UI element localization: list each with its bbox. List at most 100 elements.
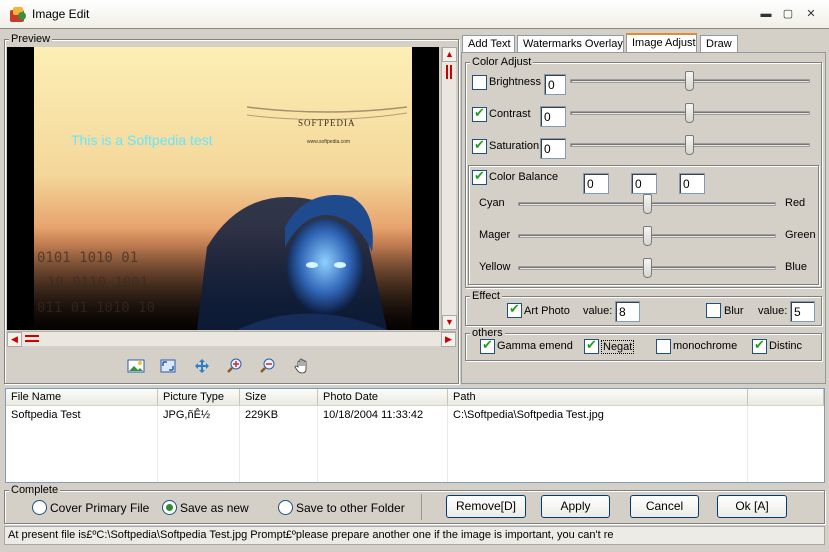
svg-text:10 0110 1001: 10 0110 1001 <box>47 275 148 291</box>
tab-add-text[interactable]: Add Text <box>462 35 515 52</box>
zoom-out-icon[interactable] <box>259 358 277 374</box>
saturation-checkbox[interactable] <box>472 137 487 154</box>
blur-value[interactable]: 5 <box>790 301 815 322</box>
cancel-button[interactable]: Cancel <box>630 495 699 518</box>
column-header-size[interactable]: Size <box>240 389 318 406</box>
saturation-slider-thumb[interactable] <box>685 135 694 155</box>
separator <box>421 494 422 520</box>
column-header-path[interactable]: Path <box>448 389 748 406</box>
saturation-label: Saturation <box>489 140 540 152</box>
color-adjust-label: Color Adjust <box>470 56 534 68</box>
column-header-picture-type[interactable]: Picture Type <box>158 389 240 406</box>
cell-photo-date: 10/18/2004 11:33:42 <box>323 409 424 421</box>
save-as-new-label: Save as new <box>180 501 249 515</box>
tab-draw[interactable]: Draw <box>700 35 738 52</box>
gamma-emend-label: Gamma emend <box>497 340 573 352</box>
brightness-slider-thumb[interactable] <box>685 71 694 91</box>
minimize-button[interactable]: ▬ <box>758 7 774 21</box>
file-list[interactable]: File Name Picture Type Size Photo Date P… <box>5 388 825 483</box>
color-balance-value-3[interactable]: 0 <box>679 173 705 194</box>
yellow-label: Yellow <box>479 261 511 273</box>
column-header-photo-date[interactable]: Photo Date <box>318 389 448 406</box>
color-balance-value-1[interactable]: 0 <box>583 173 609 194</box>
cell-picture-type: JPG,ñÊ½ <box>163 409 211 421</box>
svg-text:011 01 1010 10: 011 01 1010 10 <box>37 300 155 316</box>
magenta-green-slider-thumb[interactable] <box>643 226 652 246</box>
zoom-in-icon[interactable] <box>226 358 244 374</box>
cell-file-name: Softpedia Test <box>11 409 81 421</box>
save-to-other-folder-radio[interactable] <box>278 500 293 515</box>
negative-checkbox[interactable] <box>584 337 599 354</box>
color-balance-label: Color Balance <box>489 171 559 183</box>
apply-button[interactable]: Apply <box>541 495 610 518</box>
cyan-red-slider-thumb[interactable] <box>643 194 652 214</box>
close-button[interactable]: ✕ <box>803 7 819 21</box>
preview-vscrollbar[interactable]: ▲ ▼ <box>441 47 457 330</box>
scroll-down-icon[interactable]: ▼ <box>442 315 457 330</box>
color-balance-checkbox[interactable] <box>472 168 487 185</box>
save-as-new-radio[interactable] <box>162 500 177 515</box>
hscroll-thumb[interactable] <box>25 335 39 342</box>
preview-image[interactable]: 0101 1010 01 10 0110 1001 011 01 1010 10… <box>7 47 439 330</box>
effect-label: Effect <box>470 290 502 302</box>
distinct-label: Distinc <box>769 340 803 352</box>
scroll-left-icon[interactable]: ◀ <box>7 332 22 347</box>
cyan-label: Cyan <box>479 197 505 209</box>
blue-label: Blue <box>785 261 808 273</box>
status-bar: At present file is£ºC:\Softpedia\Softped… <box>4 526 825 545</box>
cell-size: 229KB <box>245 409 279 421</box>
scroll-up-icon[interactable]: ▲ <box>442 47 457 62</box>
window-title: Image Edit <box>32 7 90 21</box>
brightness-label: Brightness <box>489 76 541 88</box>
move-icon[interactable] <box>193 358 211 374</box>
vscroll-thumb[interactable] <box>446 65 452 79</box>
ok-button[interactable]: Ok [A] <box>717 495 787 518</box>
remove-button[interactable]: Remove[D] <box>446 495 526 518</box>
picture-icon[interactable] <box>127 358 145 374</box>
gamma-emend-checkbox[interactable] <box>480 337 495 354</box>
maximize-button[interactable]: ▢ <box>780 7 796 21</box>
brightness-checkbox[interactable] <box>472 75 487 90</box>
contrast-value[interactable]: 0 <box>540 106 566 127</box>
art-photo-value-label: value: <box>583 305 613 317</box>
green-label: Green <box>785 229 816 241</box>
tab-watermarks-overlay[interactable]: Watermarks Overlay <box>517 35 624 52</box>
hand-pan-icon[interactable] <box>293 358 311 374</box>
saturation-value[interactable]: 0 <box>540 138 566 159</box>
color-balance-value-2[interactable]: 0 <box>631 173 657 194</box>
monochrome-label: monochrome <box>673 340 738 352</box>
overlay-text: This is a Softpedia test <box>71 132 213 148</box>
fit-to-window-icon[interactable] <box>159 358 177 374</box>
art-photo-checkbox[interactable] <box>507 301 522 318</box>
preview-logo-url: www.softpedia.com <box>307 139 350 145</box>
yellow-blue-slider-thumb[interactable] <box>643 258 652 278</box>
monochrome-checkbox[interactable] <box>656 339 671 354</box>
app-icon <box>10 7 26 22</box>
distinct-checkbox[interactable] <box>752 337 767 354</box>
tab-image-adjust[interactable]: Image Adjust <box>626 33 697 52</box>
preview-label: Preview <box>9 33 53 45</box>
cover-primary-file-radio[interactable] <box>32 500 47 515</box>
blur-checkbox[interactable] <box>706 303 721 318</box>
column-header-file-name[interactable]: File Name <box>6 389 158 406</box>
cell-path: C:\Softpedia\Softpedia Test.jpg <box>453 409 604 421</box>
red-label: Red <box>785 197 806 209</box>
table-row[interactable]: Softpedia Test JPG,ñÊ½ 229KB 10/18/2004 … <box>6 407 824 423</box>
svg-text:0101 1010 01: 0101 1010 01 <box>37 250 138 266</box>
preview-hscrollbar[interactable]: ◀ ▶ <box>7 331 456 347</box>
preview-logo: SOFTPEDIA <box>298 118 356 128</box>
magenta-label: Mager <box>479 229 511 241</box>
contrast-slider-thumb[interactable] <box>685 103 694 123</box>
brightness-value[interactable]: 0 <box>544 74 566 95</box>
cover-primary-file-label: Cover Primary File <box>50 501 150 515</box>
title-bar: Image Edit ▬ ▢ ✕ <box>0 0 829 29</box>
save-to-other-folder-label: Save to other Folder <box>296 501 405 515</box>
art-photo-label: Art Photo <box>524 305 570 317</box>
preview-picture: 0101 1010 01 10 0110 1001 011 01 1010 10… <box>34 47 412 330</box>
contrast-checkbox[interactable] <box>472 105 487 122</box>
blur-value-label: value: <box>758 305 788 317</box>
scroll-right-icon[interactable]: ▶ <box>441 332 456 347</box>
blur-label: Blur <box>724 305 744 317</box>
art-photo-value[interactable]: 8 <box>615 301 640 322</box>
column-header-empty <box>748 389 824 406</box>
